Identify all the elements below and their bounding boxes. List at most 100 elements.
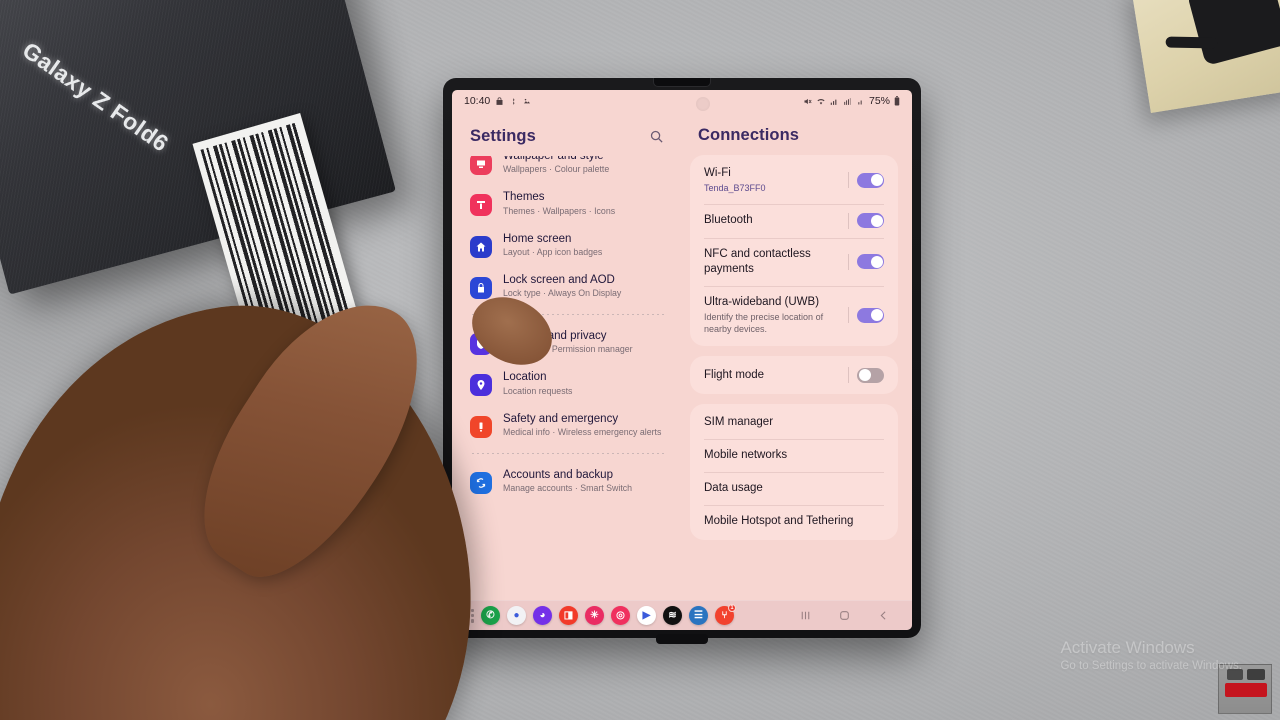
settings-item-title: Location (503, 371, 547, 384)
toggle-switch-flight-mode[interactable] (857, 367, 884, 383)
phone-app-icon[interactable]: ✆ (481, 606, 500, 625)
bag-icon (495, 96, 504, 106)
connections-row[interactable]: SIM manager (690, 406, 898, 439)
settings-list-item[interactable]: Location Location requests (468, 363, 670, 404)
settings-list[interactable]: Wallpaper and style Wallpapers · Colour p… (452, 156, 680, 600)
connections-cards: Wi-Fi Tenda_B73FF0 Bluetooth NFC and contac… (680, 155, 912, 541)
network-settings-card: SIM manager Mobile networks Data usage Mobi… (690, 404, 898, 541)
connections-row[interactable]: Ultra-wideband (UWB) Identify the precise… (690, 285, 898, 345)
connections-row-title: Data usage (704, 482, 763, 495)
search-icon[interactable] (646, 126, 666, 146)
toggle-divider (848, 307, 849, 324)
settings-item-title: Accounts and backup (503, 468, 613, 481)
connections-row[interactable]: NFC and contactless payments (690, 237, 898, 286)
app-badge: 1 (728, 604, 736, 612)
connections-row[interactable]: Mobile Hotspot and Tethering (690, 505, 898, 538)
connections-row[interactable]: Flight mode (690, 358, 898, 392)
toggle-switch-bluetooth[interactable] (857, 213, 884, 229)
settings-item-text: Location Location requests (503, 370, 572, 397)
settings-item-title: Safety and emergency (503, 412, 619, 425)
toggle-switch-ultra-wideband-uwb-[interactable] (857, 307, 884, 323)
settings-item-text: Themes Themes · Wallpapers · Icons (503, 190, 615, 217)
gallery-app-icon[interactable]: ✳ (585, 606, 604, 625)
camera-app-icon[interactable]: ◎ (611, 606, 630, 625)
settings-item-title: Lock screen and AOD (503, 273, 615, 286)
location-pin-icon (470, 374, 492, 397)
connections-row[interactable]: Wi-Fi Tenda_B73FF0 (690, 157, 898, 204)
toggle-switch-wi-fi[interactable] (857, 172, 884, 188)
settings-item-title: Themes (503, 191, 545, 204)
settings-header: Settings (452, 112, 680, 156)
settings-list-item[interactable]: Accounts and backup Manage accounts · Sma… (468, 461, 670, 502)
connections-row[interactable]: Mobile networks (690, 439, 898, 472)
connections-row[interactable]: Bluetooth (690, 203, 898, 238)
connections-row-subtitle: Tenda_B73FF0 (704, 182, 766, 193)
connections-row-subtitle: Identify the precise location of nearby … (704, 311, 824, 334)
internet-app-icon[interactable]: ◕ (533, 606, 552, 625)
hinge-bottom (656, 634, 708, 644)
connections-toggles-card: Wi-Fi Tenda_B73FF0 Bluetooth NFC and contac… (690, 155, 898, 347)
connections-row-title: NFC and contactless payments (704, 247, 811, 275)
beige-box (1130, 0, 1280, 113)
calendar-app-icon[interactable]: ☰ (689, 606, 708, 625)
wifi-icon (816, 97, 826, 106)
settings-list-item[interactable]: Home screen Layout · App icon badges (468, 225, 670, 266)
play-store-app-icon[interactable]: ▶ (637, 606, 656, 625)
settings-item-subtitle: Medical info · Wireless emergency alerts (503, 426, 662, 437)
screenshot-icon (522, 97, 532, 106)
notes-app-icon[interactable]: ◨ (559, 606, 578, 625)
toggle-divider (848, 212, 849, 229)
battery-icon (894, 96, 900, 106)
settings-list-item[interactable]: Wallpaper and style Wallpapers · Colour p… (468, 156, 670, 183)
product-box-label: Galaxy Z Fold6 (17, 36, 174, 157)
connections-row-title: Ultra-wideband (UWB) (704, 295, 820, 308)
connections-row-text: Flight mode (704, 368, 840, 383)
home-icon (470, 235, 492, 258)
connections-row-text: Bluetooth (704, 213, 840, 228)
connections-row-text: Wi-Fi Tenda_B73FF0 (704, 166, 840, 195)
flight-mode-card: Flight mode (690, 356, 898, 395)
toggle-divider (848, 367, 849, 384)
connections-title: Connections (698, 126, 800, 144)
settings-item-subtitle: Manage accounts · Smart Switch (503, 483, 633, 494)
settings-list-item[interactable]: Safety and emergency Medical info · Wirel… (468, 405, 670, 446)
settings-left-pane: Settings Wallpaper and style Wallpapers ·… (452, 112, 680, 600)
settings-item-text: Safety and emergency Medical info · Wirel… (503, 412, 661, 439)
connections-row-text: Mobile Hotspot and Tethering (704, 514, 884, 529)
dual-sim-icon (843, 97, 853, 106)
recents-icon[interactable] (799, 609, 812, 622)
home-icon[interactable] (838, 609, 851, 622)
settings-item-subtitle: Themes · Wallpapers · Icons (503, 205, 616, 216)
themes-icon (470, 194, 492, 217)
settings-item-text: Accounts and backup Manage accounts · Sma… (503, 468, 632, 495)
settings-list-item[interactable]: Themes Themes · Wallpapers · Icons (468, 183, 670, 224)
spotify-app-icon[interactable]: ≋ (663, 606, 682, 625)
toggle-switch-nfc-and-contactless-payments[interactable] (857, 254, 884, 270)
settings-item-subtitle: Wallpapers · Colour palette (503, 164, 610, 175)
accounts-sync-icon (470, 471, 492, 494)
settings-item-subtitle: Layout · App icon badges (503, 246, 603, 257)
back-icon[interactable] (877, 609, 890, 622)
connections-row-title: Mobile networks (704, 449, 788, 462)
signal-icon (830, 97, 839, 106)
settings-item-text: Wallpaper and style Wallpapers · Colour p… (503, 156, 609, 176)
bluetooth-audio-icon (509, 97, 517, 106)
messages-app-icon[interactable]: ● (507, 606, 526, 625)
list-divider (472, 452, 666, 454)
battery-percent-label: 75% (868, 95, 890, 107)
connections-row[interactable]: Data usage (690, 472, 898, 505)
wallpaper-icon (470, 156, 492, 175)
connections-row-text: SIM manager (704, 415, 884, 430)
settings-item-title: Wallpaper and style (503, 156, 604, 162)
signal2-icon (857, 97, 865, 106)
connections-right-pane: Connections Wi-Fi Tenda_B73FF0 Bluetooth NF… (680, 112, 912, 600)
settings-item-text: Home screen Layout · App icon badges (503, 232, 602, 259)
connections-row-text: Ultra-wideband (UWB) Identify the precise… (704, 295, 840, 336)
settings-item-subtitle: Lock type · Always On Display (503, 288, 622, 299)
lock-icon (470, 276, 492, 299)
taskbar-dock[interactable]: ✆ ● ◕ ◨ ✳ ◎ ▶ ≋ ☰ ⑂ 1 (452, 600, 912, 630)
galaxy-store-app-icon[interactable]: ⑂ 1 (715, 604, 736, 625)
connections-header: Connections (680, 112, 912, 155)
black-object (1187, 0, 1280, 67)
page-title: Settings (470, 126, 536, 145)
